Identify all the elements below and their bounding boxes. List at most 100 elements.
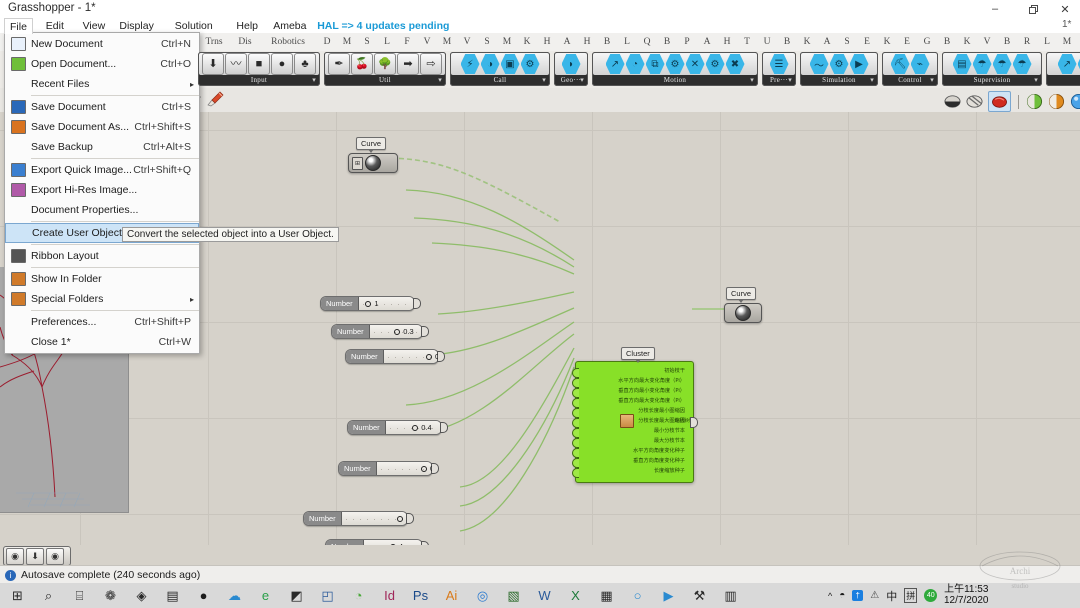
menu-item-file[interactable]: File — [4, 18, 33, 34]
file-menu-item-export-quick-image[interactable]: Export Quick Image... Ctrl+Shift+Q — [5, 160, 199, 180]
task-view-icon[interactable]: ⌸ — [66, 583, 93, 608]
ribbon-tab-6[interactable]: L — [378, 34, 396, 50]
number-slider[interactable]: Number 4 — [325, 539, 423, 545]
panel-expand-icon[interactable]: ▾ — [311, 77, 317, 85]
file-menu-item-special-folders[interactable]: Special Folders ▸ — [5, 289, 199, 309]
ribbon-icon-6-2[interactable]: ▶ — [849, 54, 869, 74]
cluster-input-port[interactable] — [572, 418, 579, 428]
file-explorer-icon[interactable]: ▤ — [159, 583, 186, 608]
download-icon[interactable]: ⬇ — [26, 547, 44, 565]
slider-track[interactable]: 1 — [358, 297, 414, 310]
ime-pinyin-icon[interactable]: 拼 — [904, 588, 918, 603]
ribbon-tab-23[interactable]: H — [718, 34, 736, 50]
ribbon-tab-40[interactable]: M — [1058, 34, 1076, 50]
render-blue-icon[interactable] — [1070, 93, 1080, 110]
preview-shaded-icon[interactable] — [944, 93, 961, 110]
paint-brush-icon[interactable] — [206, 91, 224, 107]
panel-expand-icon[interactable]: ▾ — [787, 77, 793, 85]
ribbon-tab-28[interactable]: A — [818, 34, 836, 50]
update-badge[interactable]: 40 — [924, 589, 938, 602]
ribbon-icon-4-1[interactable]: ◔ — [625, 54, 645, 74]
windows-start-icon[interactable]: ⊞ — [4, 583, 31, 608]
file-menu-item-save-document[interactable]: Save Document Ctrl+S — [5, 97, 199, 117]
ribbon-icon-3-0[interactable]: ◗ — [561, 54, 581, 74]
ribbon-icon-0-1[interactable]: 〰 — [225, 53, 247, 75]
grasshopper-icon[interactable]: ▧ — [500, 583, 527, 608]
ribbon-tab-11[interactable]: S — [478, 34, 496, 50]
wifi-icon[interactable]: ◓ — [839, 590, 845, 601]
number-slider[interactable]: Number 0.8 — [345, 349, 439, 364]
file-menu-item-recent-files[interactable]: Recent Files ▸ — [5, 74, 199, 94]
ribbon-tab-31[interactable]: K — [878, 34, 896, 50]
ribbon-tab-16[interactable]: H — [578, 34, 596, 50]
warning-icon[interactable]: ⚠ — [870, 590, 879, 601]
python-icon[interactable]: ◰ — [314, 583, 341, 608]
close-button[interactable]: ✕ — [1050, 0, 1080, 18]
bluetooth-icon[interactable]: † — [852, 590, 864, 601]
ribbon-icon-6-0[interactable]: 〜 — [809, 54, 829, 74]
ribbon-icon-0-0[interactable]: ⬇ — [202, 53, 224, 75]
ribbon-tab-26[interactable]: B — [778, 34, 796, 50]
ribbon-icon-9-0[interactable]: ↗ — [1057, 54, 1077, 74]
file-menu-item-save-document-as[interactable]: Save Document As... Ctrl+Shift+S — [5, 117, 199, 137]
rhino-icon[interactable]: ◈ — [128, 583, 155, 608]
ribbon-tab-21[interactable]: P — [678, 34, 696, 50]
menu-item-view[interactable]: View — [78, 18, 111, 33]
cluster-input-port[interactable] — [572, 448, 579, 458]
menu-item-solution[interactable]: Solution — [170, 18, 218, 33]
preview-selected-red-icon[interactable] — [988, 91, 1011, 112]
ribbon-tab-39[interactable]: L — [1038, 34, 1056, 50]
ribbon-tab-13[interactable]: K — [518, 34, 536, 50]
calc-icon[interactable]: ▦ — [593, 583, 620, 608]
render-green-icon[interactable] — [1026, 93, 1043, 110]
ribbon-icon-2-0[interactable]: ⚡ — [460, 54, 480, 74]
ribbon-icon-7-1[interactable]: ⌁ — [910, 54, 930, 74]
browser-icon[interactable]: ○ — [624, 583, 651, 608]
panel-expand-icon[interactable]: ▾ — [579, 77, 585, 85]
ribbon-tab-8[interactable]: V — [418, 34, 436, 50]
slider-track[interactable]: 0.3 — [369, 325, 422, 338]
ribbon-tab-15[interactable]: A — [558, 34, 576, 50]
cluster-input-port[interactable] — [572, 368, 579, 378]
panel-expand-icon[interactable]: ▾ — [929, 77, 935, 85]
cluster-input-port[interactable] — [572, 428, 579, 438]
tool-icon[interactable]: ⚒ — [686, 583, 713, 608]
panel-expand-icon[interactable]: ▾ — [749, 77, 755, 85]
ribbon-tab-24[interactable]: T — [738, 34, 756, 50]
preview-icon[interactable]: ◉ — [46, 547, 64, 565]
ribbon-icon-7-0[interactable]: ⛏ — [890, 54, 910, 74]
ribbon-icon-1-1[interactable]: 🍒 — [351, 53, 373, 75]
photoshop-icon[interactable]: Ps — [407, 583, 434, 608]
number-slider[interactable]: Number 0.4 — [347, 420, 442, 435]
cluster-input-port[interactable] — [572, 458, 579, 468]
word-icon[interactable]: W — [531, 583, 558, 608]
canvas-toolbar-widget[interactable]: ◉ ⬇ ◉ — [3, 546, 71, 566]
ribbon-tab-34[interactable]: B — [938, 34, 956, 50]
number-slider[interactable]: Number 1 — [320, 296, 415, 311]
ribbon-tab-0[interactable]: Trns — [198, 34, 230, 50]
ribbon-icon-4-2[interactable]: ⧉ — [645, 54, 665, 74]
fan-app-icon[interactable]: ❁ — [97, 583, 124, 608]
menu-item-display[interactable]: Display — [114, 18, 158, 33]
ribbon-tab-37[interactable]: B — [998, 34, 1016, 50]
slider-track[interactable]: 0.4 — [385, 421, 441, 434]
ribbon-tab-9[interactable]: M — [438, 34, 456, 50]
app-icon[interactable]: ◩ — [283, 583, 310, 608]
ribbon-icon-4-5[interactable]: ⚙ — [705, 54, 725, 74]
ime-chinese-icon[interactable]: 中 — [886, 588, 897, 604]
cluster-component[interactable]: 走线树 初始枝干 水平方向最大变化角度（Pi） 垂直方向最小变化角度（Pi） 垂直方向… — [572, 361, 698, 483]
ribbon-tab-36[interactable]: V — [978, 34, 996, 50]
file-menu-item-document-properties[interactable]: Document Properties... — [5, 200, 199, 220]
slider-track[interactable]: 1 — [341, 512, 407, 525]
ribbon-tab-27[interactable]: K — [798, 34, 816, 50]
ribbon-tab-20[interactable]: B — [658, 34, 676, 50]
ribbon-tab-30[interactable]: E — [858, 34, 876, 50]
cluster-input-port[interactable] — [572, 378, 579, 388]
ribbon-tab-19[interactable]: Q — [638, 34, 656, 50]
file-menu-item-open-document[interactable]: Open Document... Ctrl+O — [5, 54, 199, 74]
slider-track[interactable]: 4 — [363, 540, 422, 545]
number-slider[interactable]: Number 0.3 — [331, 324, 423, 339]
ribbon-icon-2-1[interactable]: ◑ — [480, 54, 500, 74]
curve-parameter-node[interactable]: ⊞ — [348, 153, 398, 173]
ribbon-tab-4[interactable]: M — [338, 34, 356, 50]
